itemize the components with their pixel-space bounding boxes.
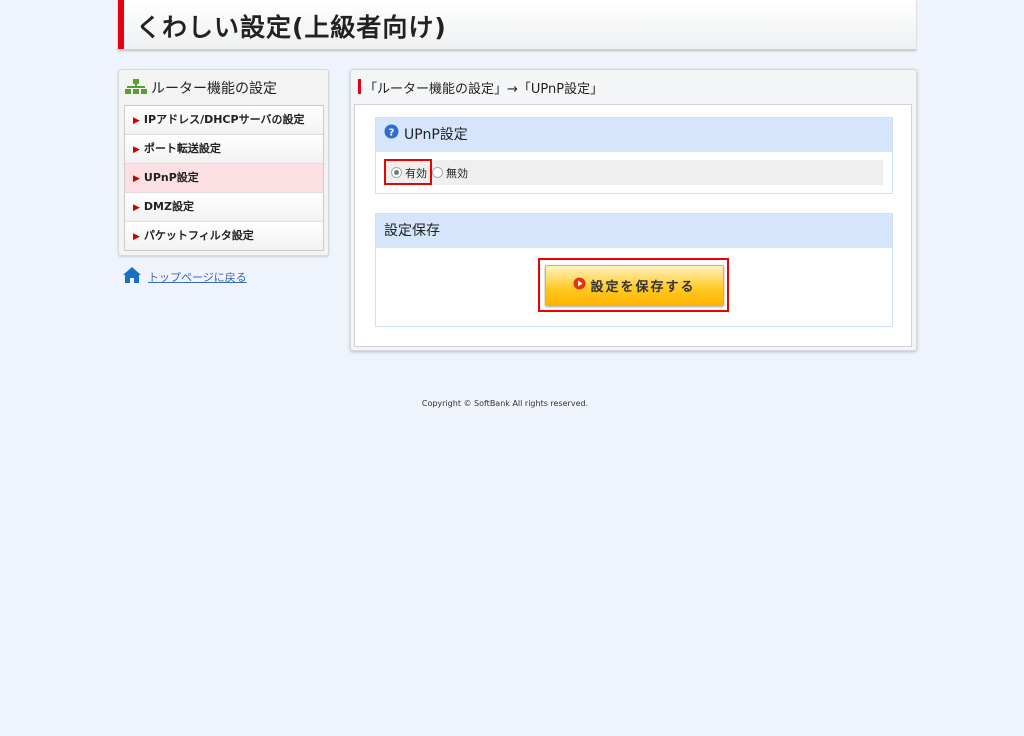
sidebar-item-ip-dhcp[interactable]: ▶ IPアドレス/DHCPサーバの設定 bbox=[125, 106, 323, 135]
upnp-section: ? UPnP設定 有効 無効 bbox=[375, 117, 893, 194]
content-box: ? UPnP設定 有効 無効 設定保存 設定を保存する bbox=[354, 104, 912, 347]
triangle-right-icon: ▶ bbox=[133, 116, 140, 126]
svg-text:?: ? bbox=[389, 128, 395, 139]
triangle-right-icon: ▶ bbox=[133, 203, 140, 213]
radio-enable[interactable] bbox=[391, 167, 402, 178]
sidebar-item-label: UPnP設定 bbox=[143, 171, 199, 184]
main-panel: 「ルーター機能の設定」→「UPnP設定」 ? UPnP設定 有効 無効 設定保存… bbox=[350, 69, 917, 351]
sidebar-title: ルーター機能の設定 bbox=[151, 81, 277, 97]
upnp-options: 有効 無効 bbox=[384, 159, 883, 185]
triangle-right-icon: ▶ bbox=[133, 145, 140, 155]
page-header: くわしい設定(上級者向け) bbox=[118, 0, 916, 50]
top-page-link[interactable]: トップページに戻る bbox=[148, 269, 247, 285]
copyright: Copyright © SoftBank All rights reserved… bbox=[421, 399, 589, 408]
sidebar-item-label: ポート転送設定 bbox=[143, 142, 221, 155]
sidebar-item-label: DMZ設定 bbox=[143, 200, 194, 213]
radio-disable[interactable] bbox=[432, 167, 443, 178]
sidebar-item-packet-filter[interactable]: ▶ パケットフィルタ設定 bbox=[125, 222, 323, 250]
sidebar-item-dmz[interactable]: ▶ DMZ設定 bbox=[125, 193, 323, 222]
sidebar-item-label: パケットフィルタ設定 bbox=[143, 229, 254, 242]
triangle-right-icon: ▶ bbox=[133, 174, 140, 184]
radio-disable-label[interactable]: 無効 bbox=[446, 165, 468, 181]
home-link-row: トップページに戻る bbox=[122, 266, 247, 287]
help-icon[interactable]: ? bbox=[384, 118, 399, 152]
sidebar-menu: ▶ IPアドレス/DHCPサーバの設定 ▶ ポート転送設定 ▶ UPnP設定 ▶ DMZ… bbox=[124, 105, 324, 251]
network-icon bbox=[125, 79, 147, 99]
sidebar-item-label: IPアドレス/DHCPサーバの設定 bbox=[143, 113, 305, 126]
save-section-header: 設定保存 bbox=[376, 214, 892, 248]
save-section-title: 設定保存 bbox=[384, 223, 440, 239]
home-icon[interactable] bbox=[122, 266, 142, 287]
save-button-label: 設定を保存する bbox=[590, 280, 696, 295]
upnp-section-title: UPnP設定 bbox=[404, 127, 468, 143]
save-section: 設定保存 設定を保存する bbox=[375, 213, 893, 327]
sidebar-item-upnp[interactable]: ▶ UPnP設定 bbox=[125, 164, 323, 193]
accent-bar bbox=[118, 0, 124, 49]
save-settings-button[interactable]: 設定を保存する bbox=[545, 265, 724, 306]
play-circle-icon bbox=[573, 277, 586, 294]
accent-bar bbox=[358, 79, 361, 94]
triangle-right-icon: ▶ bbox=[133, 232, 140, 242]
sidebar: ルーター機能の設定 ▶ IPアドレス/DHCPサーバの設定 ▶ ポート転送設定 ▶ U… bbox=[118, 69, 329, 256]
highlight-box: 設定を保存する bbox=[538, 258, 729, 312]
page-title: くわしい設定(上級者向け) bbox=[136, 13, 447, 42]
sidebar-item-port-forward[interactable]: ▶ ポート転送設定 bbox=[125, 135, 323, 164]
breadcrumb: 「ルーター機能の設定」→「UPnP設定」 bbox=[364, 82, 604, 97]
upnp-section-header: ? UPnP設定 bbox=[376, 118, 892, 152]
